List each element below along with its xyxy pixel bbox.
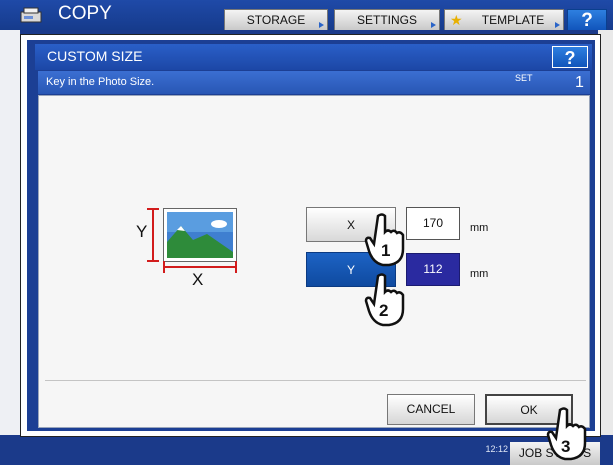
set-label: SET <box>515 73 533 83</box>
tab-storage[interactable]: STORAGE <box>224 9 328 30</box>
x-dimension-line <box>163 266 237 268</box>
y-size-unit: mm <box>470 268 489 280</box>
tab-template-label: TEMPLATE <box>481 13 545 27</box>
cancel-button[interactable]: CANCEL <box>387 394 475 425</box>
background-panel-left <box>0 30 20 435</box>
help-button[interactable]: ? <box>567 9 607 31</box>
y-dimension-label: Y <box>136 222 148 241</box>
tab-settings-label: SETTINGS <box>356 13 417 27</box>
arrow-icon <box>431 22 436 28</box>
y-dimension-line <box>152 209 154 261</box>
dialog-help-button[interactable]: ? <box>552 46 588 68</box>
x-dimension-label: X <box>192 270 204 289</box>
tab-storage-label: STORAGE <box>246 13 306 27</box>
x-size-unit: mm <box>470 222 489 234</box>
set-number: 1 <box>575 74 584 91</box>
dialog-title: CUSTOM SIZE <box>47 48 143 64</box>
x-dimension-tick-left <box>163 261 165 273</box>
clock: 12:12 <box>485 444 508 454</box>
instruction-text: Key in the Photo Size. <box>46 76 155 88</box>
hand-pointer-icon: 1 <box>364 213 405 267</box>
hand-pointer-icon: 3 <box>546 407 587 461</box>
divider <box>45 380 586 381</box>
callout-3: 3 <box>561 437 570 456</box>
arrow-icon <box>319 22 324 28</box>
tab-settings[interactable]: SETTINGS <box>334 9 440 30</box>
star-icon: ★ <box>450 12 463 28</box>
callout-1: 1 <box>381 241 390 260</box>
x-dimension-tick-right <box>235 261 237 273</box>
y-dimension-tick-top <box>147 208 159 210</box>
y-size-value[interactable]: 112 <box>406 253 460 286</box>
x-size-value[interactable]: 170 <box>406 207 460 240</box>
callout-2: 2 <box>379 301 388 320</box>
tab-template[interactable]: ★ TEMPLATE <box>444 9 564 30</box>
app-title: COPY <box>58 3 112 24</box>
copier-icon <box>20 7 42 23</box>
hand-pointer-icon: 2 <box>364 273 405 327</box>
arrow-icon <box>555 22 560 28</box>
y-dimension-tick-bottom <box>147 260 159 262</box>
photo-icon <box>163 208 237 262</box>
